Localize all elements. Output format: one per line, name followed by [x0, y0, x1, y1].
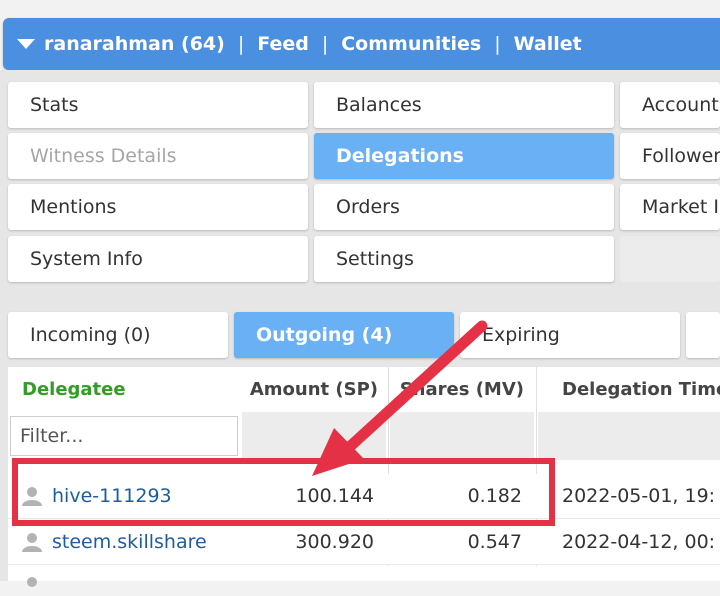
column-header-delegation-time[interactable]: Delegation Time	[562, 372, 720, 408]
delegation-time-value: 2022-05-01, 19:	[562, 485, 716, 507]
delegation-time-value: 2022-04-12, 00:	[562, 531, 716, 553]
nav-link-communities[interactable]: Communities	[341, 33, 481, 55]
menu-item-system-info[interactable]: System Info	[8, 236, 308, 282]
highlight-box	[12, 458, 555, 526]
table-row	[8, 566, 720, 587]
filter-cell-shares	[390, 412, 534, 460]
table-row: steem.skillshare 300.920 0.547 2022-04-1…	[8, 520, 720, 565]
filter-cell-time	[538, 412, 720, 460]
amount-value: 300.920	[295, 531, 374, 553]
column-header-shares[interactable]: Shares (MV)	[388, 372, 524, 408]
column-header-delegatee[interactable]: Delegatee	[22, 372, 126, 408]
tab-expiring[interactable]: Expiring	[460, 312, 680, 358]
delegatee-link[interactable]: steem.skillshare	[52, 520, 207, 564]
tab-incoming[interactable]: Incoming (0)	[8, 312, 228, 358]
menu-item-followers[interactable]: Followers	[620, 133, 720, 179]
user-icon	[22, 533, 42, 552]
separator: |	[494, 33, 501, 55]
caret-down-icon[interactable]	[17, 39, 35, 49]
menu-item-balances[interactable]: Balances	[314, 82, 614, 128]
filter-cell-amount	[242, 412, 386, 460]
nav-link-feed[interactable]: Feed	[257, 33, 309, 55]
shares-value: 0.547	[467, 531, 522, 553]
menu-item-stats[interactable]: Stats	[8, 82, 308, 128]
tab-more[interactable]	[686, 312, 720, 358]
separator: |	[321, 33, 329, 55]
column-header-amount[interactable]: Amount (SP)	[240, 372, 378, 408]
nav-link-wallet[interactable]: Wallet	[514, 33, 582, 55]
menu-item-market[interactable]: Market I	[620, 184, 720, 230]
menu-item-delegations[interactable]: Delegations	[314, 133, 614, 179]
tab-outgoing[interactable]: Outgoing (4)	[234, 312, 454, 358]
account-name[interactable]: ranarahman (64)	[44, 33, 225, 55]
menu-item-settings[interactable]: Settings	[314, 236, 614, 282]
menu-item-mentions[interactable]: Mentions	[8, 184, 308, 230]
menu-item-orders[interactable]: Orders	[314, 184, 614, 230]
menu-item-account[interactable]: Account	[620, 82, 720, 128]
user-icon	[27, 577, 37, 587]
top-nav-bar: ranarahman (64) | Feed | Communities | W…	[3, 18, 720, 70]
delegatee-filter-input[interactable]: Filter...	[10, 416, 238, 456]
separator: |	[237, 33, 245, 55]
menu-empty-slot	[620, 236, 720, 282]
menu-item-witness-details: Witness Details	[8, 133, 308, 179]
